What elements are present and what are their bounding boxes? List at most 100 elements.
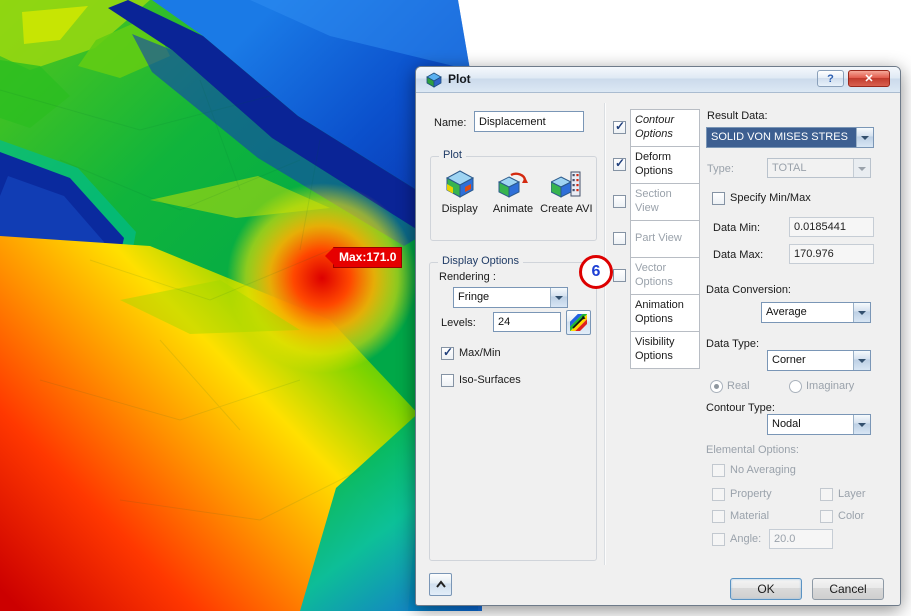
- tab-contour-options[interactable]: Contour Options: [630, 109, 700, 147]
- specify-min-max-label: Specify Min/Max: [730, 192, 811, 204]
- create-avi-button[interactable]: Create AVI: [540, 169, 593, 215]
- rendering-label: Rendering :: [439, 271, 496, 283]
- data-conversion-value: Average: [766, 306, 807, 318]
- collapse-dialog-button[interactable]: [429, 573, 452, 596]
- plot-dialog: Plot ? ✕ Name: Plot Display: [415, 66, 901, 606]
- checkbox-box: [820, 488, 833, 501]
- annotation-circle-6: 6: [579, 255, 613, 289]
- checkbox-box: [820, 510, 833, 523]
- tab-vector-options[interactable]: Vector Options: [630, 257, 700, 295]
- animate-button-label: Animate: [492, 203, 534, 215]
- max-value-text: Max:171.0: [339, 250, 397, 264]
- tab-section-view[interactable]: Section View: [630, 183, 700, 221]
- result-data-label: Result Data:: [707, 110, 768, 122]
- rendering-select[interactable]: Fringe: [453, 287, 568, 308]
- result-data-select[interactable]: SOLID VON MISES STRES: [706, 127, 874, 148]
- color-label: Color: [838, 510, 865, 522]
- checkbox-box: [441, 345, 454, 360]
- tab-visibility-options[interactable]: Visibility Options: [630, 331, 700, 369]
- specify-min-max-checkbox[interactable]: Specify Min/Max: [712, 192, 811, 205]
- ok-button[interactable]: OK: [730, 578, 802, 600]
- palette-icon: [570, 314, 587, 331]
- cancel-button[interactable]: Cancel: [812, 578, 884, 600]
- no-averaging-label: No Averaging: [730, 464, 796, 476]
- chevron-down-icon[interactable]: [853, 351, 870, 370]
- max-min-checkbox[interactable]: Max/Min: [441, 345, 501, 360]
- plot-icon: [426, 72, 442, 88]
- chevron-down-icon[interactable]: [853, 415, 870, 434]
- data-min-label: Data Min:: [713, 222, 761, 234]
- contour-options-checkbox[interactable]: [613, 119, 626, 134]
- display-options-title: Display Options: [438, 255, 524, 267]
- close-button[interactable]: ✕: [848, 70, 890, 87]
- tab-label: Animation Options: [635, 299, 684, 325]
- animate-button[interactable]: Animate: [486, 169, 539, 215]
- color-checkbox: Color: [820, 510, 864, 523]
- annotation-number: 6: [591, 263, 601, 280]
- dialog-title: Plot: [448, 72, 471, 86]
- tab-label: Part View: [635, 232, 682, 245]
- display-button[interactable]: Display: [433, 169, 486, 215]
- type-select: TOTAL: [767, 158, 871, 178]
- data-max-label: Data Max:: [713, 249, 764, 261]
- create-avi-button-label: Create AVI: [540, 203, 593, 215]
- real-label: Real: [727, 380, 750, 392]
- chevron-down-icon[interactable]: [856, 128, 873, 147]
- imaginary-radio[interactable]: [789, 380, 802, 393]
- property-checkbox: Property: [712, 488, 772, 501]
- deform-options-checkbox[interactable]: [613, 156, 626, 171]
- checkbox-box: [712, 488, 725, 501]
- material-checkbox: Material: [712, 510, 769, 523]
- chevron-up-icon: [435, 579, 446, 588]
- section-view-checkbox[interactable]: [613, 195, 626, 208]
- type-value: TOTAL: [772, 162, 807, 174]
- plot-actions: Display Animate Create AVI: [430, 169, 596, 215]
- vector-options-checkbox[interactable]: [613, 269, 626, 282]
- dialog-titlebar[interactable]: Plot ? ✕: [416, 67, 900, 93]
- max-min-label: Max/Min: [459, 347, 501, 359]
- name-label: Name:: [434, 117, 467, 129]
- tab-label: Contour Options: [635, 114, 675, 140]
- tab-label: Vector Options: [635, 262, 673, 288]
- result-data-value: SOLID VON MISES STRES: [707, 128, 856, 147]
- chevron-down-icon[interactable]: [550, 288, 567, 307]
- data-conversion-label: Data Conversion:: [706, 284, 791, 296]
- material-label: Material: [730, 510, 770, 522]
- contour-type-label: Contour Type:: [706, 402, 775, 414]
- angle-field: [769, 529, 833, 549]
- film-cube-icon: [550, 169, 581, 199]
- part-view-checkbox[interactable]: [613, 232, 626, 245]
- elemental-options-label: Elemental Options:: [706, 444, 799, 456]
- iso-surfaces-label: Iso-Surfaces: [459, 374, 521, 386]
- layer-label: Layer: [838, 488, 866, 500]
- tab-part-view[interactable]: Part View: [630, 220, 700, 258]
- checkbox-box: [441, 374, 454, 387]
- property-label: Property: [730, 488, 772, 500]
- data-type-select[interactable]: Corner: [767, 350, 871, 371]
- data-min-field[interactable]: [789, 217, 874, 237]
- layer-checkbox: Layer: [820, 488, 866, 501]
- imaginary-label: Imaginary: [806, 380, 855, 392]
- chevron-down-icon[interactable]: [853, 303, 870, 322]
- contour-palette-button[interactable]: [566, 310, 591, 335]
- contour-type-select[interactable]: Nodal: [767, 414, 871, 435]
- data-conversion-select[interactable]: Average: [761, 302, 871, 323]
- tab-label: Deform Options: [635, 151, 673, 177]
- name-input[interactable]: [474, 111, 584, 132]
- contour-cube-icon: [445, 169, 475, 199]
- rendering-value: Fringe: [458, 291, 490, 303]
- tab-label: Section View: [635, 188, 672, 214]
- real-radio[interactable]: [710, 380, 723, 393]
- tab-label: Visibility Options: [635, 336, 675, 362]
- display-button-label: Display: [441, 203, 478, 215]
- plot-group-title: Plot: [439, 149, 466, 161]
- tab-deform-options[interactable]: Deform Options: [630, 146, 700, 184]
- help-button[interactable]: ?: [817, 70, 844, 87]
- iso-surfaces-checkbox[interactable]: Iso-Surfaces: [441, 374, 521, 387]
- levels-input[interactable]: [493, 312, 561, 332]
- tab-animation-options[interactable]: Animation Options: [630, 294, 700, 332]
- levels-label: Levels:: [441, 317, 476, 329]
- data-type-value: Corner: [772, 354, 806, 366]
- data-max-field[interactable]: [789, 244, 874, 264]
- angle-label: Angle:: [730, 533, 762, 545]
